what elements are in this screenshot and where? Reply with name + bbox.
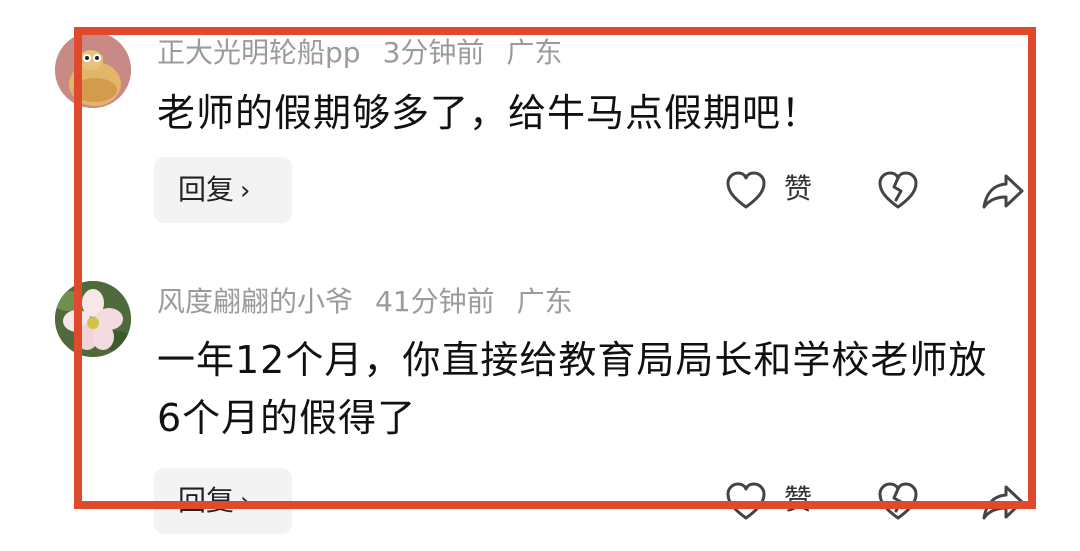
chevron-right-icon: › [240, 487, 251, 517]
dislike-button[interactable] [876, 477, 922, 527]
dislike-button[interactable] [876, 166, 922, 216]
reply-button[interactable]: 回复 › [154, 157, 292, 223]
avatar[interactable] [55, 32, 131, 108]
comment-meta: 风度翩翩的小爷 41分钟前 广东 [157, 284, 595, 320]
comment-text: 老师的假期够多了，给牛马点假期吧！ [157, 91, 821, 135]
comment-time: 3分钟前 [382, 36, 485, 69]
comment-text: 一年12个月，你直接给教育局局长和学校老师放6个月的假得了 [157, 338, 988, 440]
reply-label: 回复 [178, 173, 235, 206]
heart-outline-icon [726, 482, 766, 520]
like-button[interactable]: 赞 [724, 166, 824, 216]
comment-time: 41分钟前 [375, 285, 495, 318]
share-button[interactable] [980, 166, 1026, 216]
chevron-right-icon: › [240, 176, 251, 206]
comment-item: 正大光明轮船pp 3分钟前 广东 老师的假期够多了，给牛马点假期吧！ 回复 › 赞 [0, 0, 1080, 270]
avatar[interactable] [55, 281, 131, 357]
comment-item: 风度翩翩的小爷 41分钟前 广东 一年12个月，你直接给教育局局长和学校老师放6个月… [0, 270, 1080, 551]
like-button[interactable]: 赞 [724, 477, 824, 527]
comment-location: 广东 [506, 36, 563, 69]
comment-meta: 正大光明轮船pp 3分钟前 广东 [157, 35, 584, 71]
avatar-image [55, 32, 131, 108]
share-arrow-icon [982, 174, 1024, 209]
heart-outline-icon [726, 171, 766, 209]
comment-location: 广东 [516, 285, 573, 318]
share-arrow-icon [982, 485, 1024, 520]
avatar-image [55, 281, 131, 357]
broken-heart-icon [878, 482, 918, 520]
broken-heart-icon [878, 171, 918, 209]
reply-button[interactable]: 回复 › [154, 468, 292, 534]
username[interactable]: 正大光明轮船pp [157, 35, 361, 71]
comment-list: 正大光明轮船pp 3分钟前 广东 老师的假期够多了，给牛马点假期吧！ 回复 › 赞 [0, 0, 1080, 551]
username[interactable]: 风度翩翩的小爷 [157, 284, 353, 320]
like-label: 赞 [784, 483, 813, 516]
share-button[interactable] [980, 477, 1026, 527]
reply-label: 回复 [178, 484, 235, 517]
like-label: 赞 [784, 172, 813, 205]
